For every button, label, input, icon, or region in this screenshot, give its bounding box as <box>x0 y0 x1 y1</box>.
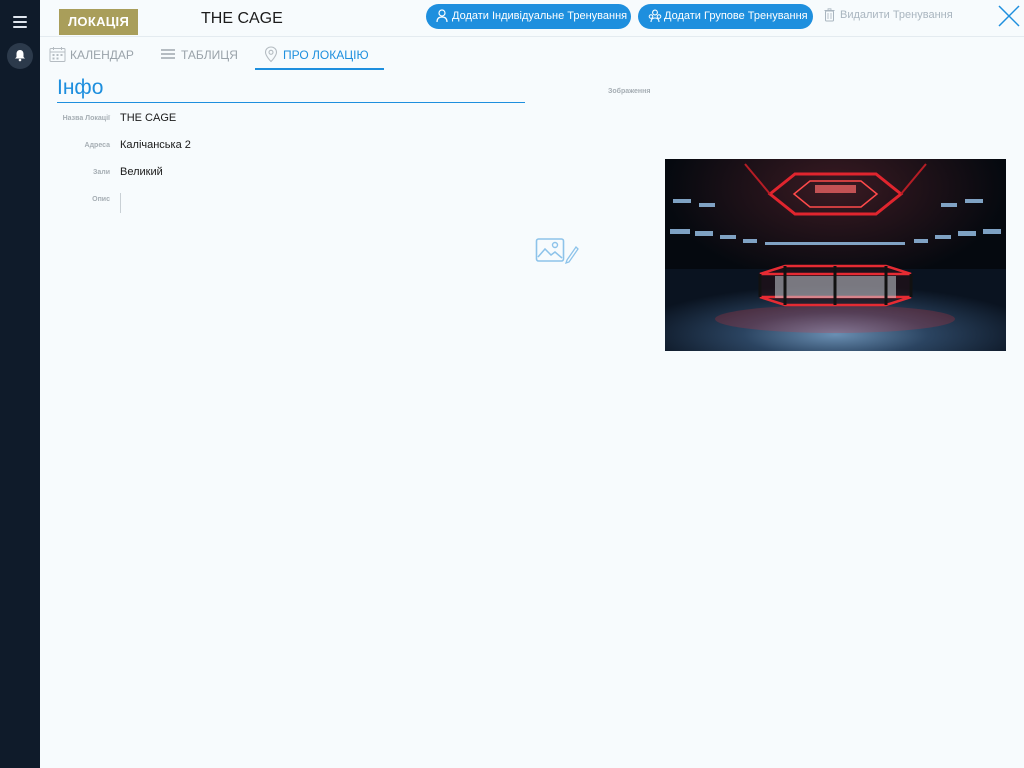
tab-about-location-label: ПРО ЛОКАЦІЮ <box>283 48 369 62</box>
tab-table-label: ТАБЛИЦЯ <box>181 48 238 62</box>
address-label: Адреса <box>84 142 110 149</box>
tab-about-location[interactable]: ПРО ЛОКАЦІЮ <box>255 44 384 70</box>
add-group-training-button[interactable]: Додати Групове Тренування <box>638 4 813 29</box>
location-name-value: THE CAGE <box>120 112 177 124</box>
edit-image-icon[interactable] <box>535 236 579 266</box>
close-icon[interactable] <box>997 4 1021 28</box>
tab-calendar-label: КАЛЕНДАР <box>70 48 134 62</box>
description-value <box>120 193 121 213</box>
table-icon <box>161 49 175 59</box>
trash-icon <box>824 8 835 22</box>
notifications-button[interactable] <box>7 43 33 69</box>
description-label: Опис <box>92 196 110 203</box>
info-heading: Інфо <box>57 76 525 103</box>
hamburger-icon[interactable] <box>13 16 27 28</box>
add-group-training-label: Додати Групове Тренування <box>664 10 808 22</box>
delete-training-label: Видалити Тренування <box>840 9 953 21</box>
user-icon <box>436 9 448 23</box>
tab-calendar[interactable]: КАЛЕНДАР <box>49 44 134 70</box>
add-individual-training-label: Додати Індивідуальне Тренування <box>452 10 628 22</box>
image-label: Зображення <box>608 88 651 95</box>
halls-label: Зали <box>92 169 110 176</box>
location-pin-icon <box>264 46 278 63</box>
calendar-icon <box>49 47 66 62</box>
address-value: Калічанська 2 <box>120 139 191 151</box>
bell-icon <box>15 50 25 62</box>
add-individual-training-button[interactable]: Додати Індивідуальне Тренування <box>426 4 631 29</box>
header: ЛОКАЦІЯ THE CAGE Додати Індивідуальне Тр… <box>40 0 1024 37</box>
group-icon <box>648 9 662 23</box>
tab-table[interactable]: ТАБЛИЦЯ <box>160 44 238 70</box>
location-badge: ЛОКАЦІЯ <box>59 9 139 35</box>
location-title: THE CAGE <box>201 10 283 27</box>
location-name-label: Назва Локації <box>62 115 110 122</box>
location-image <box>665 159 1006 351</box>
left-rail <box>0 0 40 768</box>
tab-bar: КАЛЕНДАР ТАБЛИЦЯ ПРО ЛОКАЦІЮ <box>40 44 1024 70</box>
delete-training-button[interactable]: Видалити Тренування <box>824 8 953 22</box>
halls-value: Великий <box>120 166 163 178</box>
